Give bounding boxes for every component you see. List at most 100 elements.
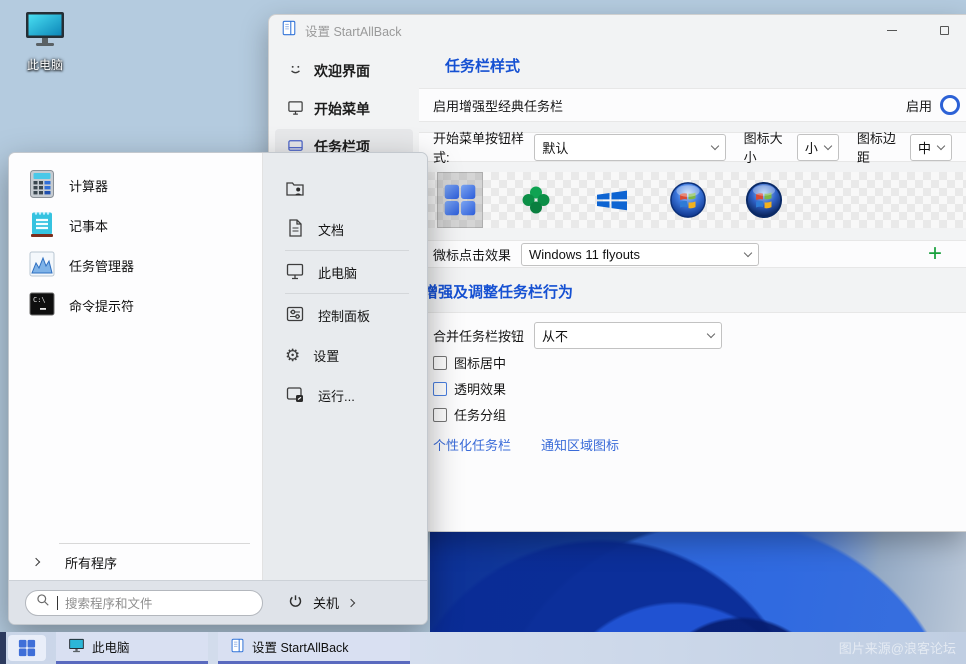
taskbar-task-this-pc[interactable]: 此电脑 [56, 632, 208, 664]
notepad-icon [27, 209, 57, 242]
task-grouping-checkbox[interactable] [433, 408, 447, 422]
enable-toggle[interactable] [940, 95, 960, 115]
behavior-card: 合并任务栏按钮 从不 图标居中 透明效果 [419, 312, 966, 531]
style-option-windows-11[interactable] [437, 172, 483, 228]
heading-taskbar-style: 任务栏样式 [445, 55, 966, 75]
book-icon [281, 20, 297, 41]
minimize-icon [887, 30, 897, 31]
enable-row-label: 启用增强型经典任务栏 [433, 96, 563, 115]
menu-item-user-folder[interactable] [285, 169, 427, 209]
control-panel-icon [285, 304, 305, 327]
monitor-icon [287, 99, 304, 119]
checkbox-row-transparency: 透明效果 [433, 376, 506, 401]
chevron-down-icon [937, 142, 945, 150]
transparency-checkbox[interactable] [433, 382, 447, 396]
all-programs-button[interactable]: 所有程序 [19, 544, 254, 580]
style-select[interactable]: 默认 [534, 134, 725, 161]
desktop: 此电脑 设置 StartAllBack [0, 0, 966, 664]
add-button[interactable]: + [928, 244, 942, 264]
taskbar-task-startallback[interactable]: 设置 StartAllBack [218, 632, 410, 664]
clover-logo [520, 184, 552, 216]
minimize-button[interactable] [870, 16, 914, 44]
menu-item-notepad[interactable]: 记事本 [19, 205, 254, 245]
taskbar: 此电脑 设置 StartAllBack [0, 632, 966, 664]
power-icon [287, 593, 304, 613]
pc-icon [68, 638, 85, 656]
link-notification-area-icons[interactable]: 通知区域图标 [541, 435, 619, 454]
svg-text:C:\: C:\ [33, 296, 46, 304]
task-manager-icon [27, 249, 57, 282]
maximize-button[interactable] [922, 16, 966, 44]
watermark: 图片来源@浪客论坛 [839, 638, 956, 657]
menu-separator [285, 293, 409, 294]
chevron-right-icon [347, 598, 355, 606]
link-personalize-taskbar[interactable]: 个性化任务栏 [433, 435, 511, 454]
text-caret [57, 596, 58, 610]
icon-margin-select[interactable]: 中 [910, 134, 952, 161]
desktop-icon-this-pc[interactable]: 此电脑 [12, 10, 78, 73]
menu-item-calculator[interactable]: 计算器 [19, 165, 254, 205]
chevron-right-icon [32, 558, 40, 566]
windows-7-orb [669, 181, 707, 219]
start-button[interactable] [8, 635, 46, 661]
menu-item-settings[interactable]: ⚙ 设置 [285, 335, 427, 375]
run-icon [285, 384, 305, 407]
menu-item-run[interactable]: 运行... [285, 375, 427, 415]
sidebar-item-start-menu[interactable]: 开始菜单 [275, 91, 413, 127]
document-icon [285, 218, 305, 241]
command-prompt-icon: C:\ [27, 289, 57, 322]
windows-11-logo [443, 183, 477, 217]
checkbox-row-center-icons: 图标居中 [433, 350, 506, 375]
icon-size-label: 图标大小 [744, 128, 789, 166]
search-placeholder: 搜索程序和文件 [65, 593, 153, 612]
pc-icon [23, 10, 67, 53]
windows-11-logo [18, 639, 36, 657]
icon-size-select[interactable]: 小 [797, 134, 839, 161]
desktop-icon-label: 此电脑 [27, 56, 63, 73]
heading-behavior: 增强及调整任务栏行为 [423, 281, 966, 301]
gear-icon: ⚙ [285, 347, 300, 364]
chevron-down-icon [707, 330, 715, 338]
logo-click-label: 微标点击效果 [433, 245, 511, 264]
book-icon [230, 638, 245, 656]
style-option-windows-10[interactable] [589, 172, 635, 228]
logo-click-select[interactable]: Windows 11 flyouts [521, 243, 759, 266]
chevron-down-icon [824, 142, 832, 150]
start-menu-places: 文档 此电脑 [263, 153, 427, 580]
menu-item-command-prompt[interactable]: C:\ 命令提示符 [19, 285, 254, 325]
menu-item-documents[interactable]: 文档 [285, 209, 427, 249]
menu-separator [285, 250, 409, 251]
style-option-windows-vista[interactable] [741, 172, 787, 228]
combine-select[interactable]: 从不 [534, 322, 722, 349]
sidebar-item-label: 欢迎界面 [314, 61, 370, 81]
checkbox-row-task-grouping: 任务分组 [433, 402, 506, 427]
style-option-windows-7[interactable] [665, 172, 711, 228]
enable-action-label: 启用 [906, 96, 932, 115]
menu-item-task-manager[interactable]: 任务管理器 [19, 245, 254, 285]
menu-item-this-pc[interactable]: 此电脑 [285, 252, 427, 292]
shutdown-button[interactable]: 关机 [287, 593, 354, 613]
combine-label: 合并任务栏按钮 [433, 326, 524, 345]
user-folder-icon [285, 178, 305, 201]
start-menu-bottom-bar: 搜索程序和文件 关机 [9, 580, 427, 624]
pc-icon [285, 261, 305, 284]
search-input[interactable]: 搜索程序和文件 [25, 590, 263, 616]
style-row-label: 开始菜单按钮样式: [433, 128, 526, 166]
smiley-icon [287, 61, 304, 81]
sidebar-item-welcome[interactable]: 欢迎界面 [275, 53, 413, 89]
sidebar-item-label: 开始菜单 [314, 99, 370, 119]
style-option-clover[interactable] [513, 172, 559, 228]
start-button-style-picker [419, 172, 966, 228]
start-menu: 计算器 记事本 [8, 152, 428, 625]
start-button-style-row: 开始菜单按钮样式: 默认 图标大小 小 图标边距 中 [419, 132, 966, 162]
menu-item-control-panel[interactable]: 控制面板 [285, 295, 427, 335]
settings-content: 任务栏样式 启用增强型经典任务栏 启用 开始菜单按钮样式: 默认 图标大小 小 [419, 45, 966, 531]
search-icon [36, 593, 50, 612]
start-menu-programs: 计算器 记事本 [9, 153, 263, 580]
chevron-down-icon [710, 142, 718, 150]
chevron-down-icon [744, 249, 752, 257]
center-icons-checkbox[interactable] [433, 356, 447, 370]
maximize-icon [940, 26, 949, 35]
window-titlebar[interactable]: 设置 StartAllBack [269, 15, 966, 45]
calculator-icon [27, 169, 57, 202]
